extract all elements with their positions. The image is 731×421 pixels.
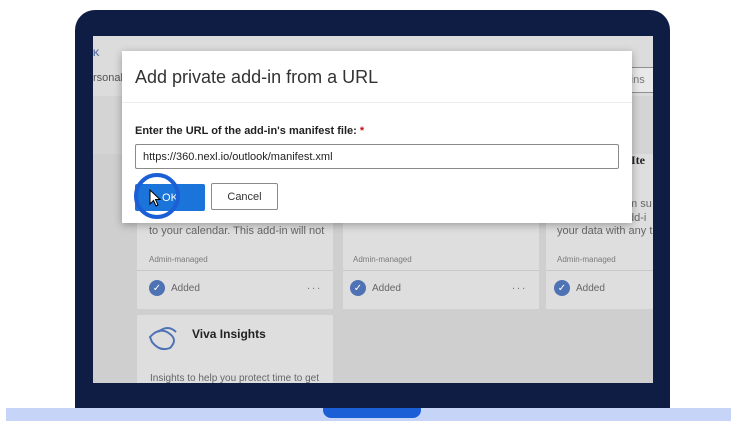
card-title-partial: Ite: [631, 153, 645, 167]
viva-insights-icon: [144, 322, 184, 352]
more-options-button[interactable]: ...: [512, 280, 527, 292]
tab-personal[interactable]: rsonal: [93, 72, 123, 84]
manifest-url-label: Enter the URL of the add-in's manifest f…: [135, 125, 364, 137]
add-private-addin-dialog: Add private add-in from a URL Enter the …: [122, 51, 632, 223]
card-added-status: ✓ Added: [350, 280, 401, 296]
corner-letter: K: [93, 48, 100, 58]
more-options-button[interactable]: ...: [307, 280, 322, 292]
added-label: Added: [171, 282, 200, 294]
card-managed-label: Admin-managed: [557, 255, 616, 264]
mouse-cursor-icon: [149, 188, 162, 207]
check-circle-icon: ✓: [149, 280, 165, 296]
manifest-url-input[interactable]: [135, 144, 619, 169]
required-mark: *: [359, 125, 365, 137]
cancel-button[interactable]: Cancel: [211, 183, 278, 210]
card-added-status: ✓ Added: [554, 280, 605, 296]
added-label: Added: [372, 282, 401, 294]
card-managed-label: Admin-managed: [353, 255, 412, 264]
check-circle-icon: ✓: [554, 280, 570, 296]
card-description: your data with any th: [557, 225, 653, 237]
card-added-status: ✓ Added: [149, 280, 200, 296]
viva-insights-title: Viva Insights: [192, 327, 266, 341]
manifest-url-label-text: Enter the URL of the add-in's manifest f…: [135, 125, 360, 137]
card-divider: [137, 270, 333, 271]
check-circle-icon: ✓: [350, 280, 366, 296]
laptop-notch: [323, 408, 421, 418]
dialog-title: Add private add-in from a URL: [135, 67, 379, 87]
card-managed-label: Admin-managed: [149, 255, 208, 264]
viva-insights-description: Insights to help you protect time to get: [150, 373, 319, 384]
dialog-header: Add private add-in from a URL: [122, 51, 632, 103]
card-divider: [546, 270, 653, 271]
card-description: to your calendar. This add-in will not: [149, 225, 325, 237]
card-divider: [343, 270, 539, 271]
added-label: Added: [576, 282, 605, 294]
